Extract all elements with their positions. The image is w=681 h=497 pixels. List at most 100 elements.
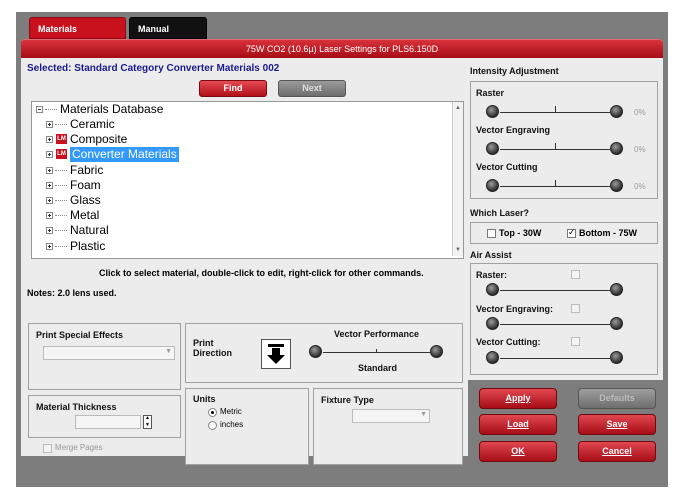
- stepper-down-icon[interactable]: ▼: [145, 422, 150, 428]
- vector-cutting-left-knob[interactable]: [486, 179, 499, 192]
- material-thickness-title: Material Thickness: [36, 402, 117, 412]
- air-vector-engraving-left-knob[interactable]: [486, 317, 499, 330]
- settings-panel: Selected: Standard Category Converter Ma…: [21, 58, 663, 465]
- window-frame: Materials Database Manual Control 75W CO…: [16, 12, 668, 487]
- metric-radio[interactable]: [208, 408, 217, 417]
- material-thickness-input[interactable]: [75, 415, 141, 429]
- find-button[interactable]: Find: [199, 80, 267, 97]
- air-vector-engraving-label: Vector Engraving:: [476, 304, 554, 314]
- tab-manual-control[interactable]: Manual Control: [129, 17, 207, 56]
- air-vector-engraving-checkbox[interactable]: [571, 304, 580, 313]
- air-raster-left-knob[interactable]: [486, 283, 499, 296]
- expand-icon[interactable]: [46, 227, 53, 235]
- expand-icon[interactable]: [46, 136, 53, 144]
- cancel-button[interactable]: Cancel: [578, 441, 656, 462]
- notes-text: Notes: 2.0 lens used.: [27, 288, 117, 298]
- which-laser-group: Top - 30W Bottom - 75W: [470, 222, 658, 244]
- ok-button[interactable]: OK: [479, 441, 557, 462]
- thickness-stepper[interactable]: ▲ ▼: [143, 415, 152, 429]
- fixture-type-select[interactable]: ▼: [352, 409, 430, 423]
- units-group: Units Metric inches: [185, 388, 309, 465]
- print-special-effects-group: Print Special Effects ▼: [28, 323, 181, 390]
- apply-button[interactable]: Apply: [479, 388, 557, 409]
- material-thickness-group: Material Thickness ▲ ▼: [28, 395, 181, 438]
- tree-item-label: Fabric: [70, 162, 104, 177]
- load-button[interactable]: Load: [479, 414, 557, 435]
- collapse-icon[interactable]: [36, 106, 43, 113]
- print-special-effects-select[interactable]: ▼: [43, 346, 175, 360]
- print-special-effects-title: Print Special Effects: [36, 330, 124, 340]
- top-laser-label: Top - 30W: [499, 228, 542, 238]
- stepper-up-icon[interactable]: ▲: [145, 415, 150, 421]
- laser-settings-title: 75W CO2 (10.6µ) Laser Settings for PLS6.…: [21, 39, 663, 58]
- air-vector-cutting-checkbox[interactable]: [571, 337, 580, 346]
- tab-materials-database[interactable]: Materials Database: [29, 17, 126, 56]
- intensity-vector-cutting-label: Vector Cutting: [476, 162, 538, 172]
- tree-item-label: Ceramic: [70, 117, 115, 131]
- print-direction-button[interactable]: [261, 339, 291, 369]
- save-button[interactable]: Save: [578, 414, 656, 435]
- air-vector-cutting-label: Vector Cutting:: [476, 337, 541, 347]
- air-vector-cutting-right-knob[interactable]: [610, 351, 623, 364]
- expand-icon[interactable]: [46, 242, 53, 250]
- defaults-button[interactable]: Defaults: [578, 388, 656, 409]
- fixture-type-title: Fixture Type: [321, 395, 374, 405]
- scroll-up-icon[interactable]: ▲: [455, 105, 461, 111]
- tree-hint: Click to select material, double-click t…: [99, 268, 424, 278]
- tree-item-label: Converter Materials: [70, 147, 179, 163]
- expand-icon[interactable]: [46, 181, 53, 189]
- vector-performance-value: Standard: [358, 363, 398, 373]
- vector-performance-label: Vector Performance: [334, 329, 420, 339]
- vector-engraving-right-knob[interactable]: [610, 142, 623, 155]
- tree-item-label: Metal: [70, 208, 100, 223]
- tree-item-label: Foam: [70, 177, 101, 192]
- vector-engraving-left-knob[interactable]: [486, 142, 499, 155]
- air-raster-right-knob[interactable]: [610, 283, 623, 296]
- scroll-down-icon[interactable]: ▼: [455, 247, 461, 253]
- intensity-vector-engraving-label: Vector Engraving: [476, 125, 551, 135]
- air-raster-checkbox[interactable]: [571, 270, 580, 279]
- tree-item-label: Natural: [70, 223, 109, 238]
- vector-performance-right-knob[interactable]: [430, 345, 443, 358]
- merge-pages-checkbox[interactable]: [43, 444, 52, 453]
- tree-item-label: Plastic: [70, 238, 106, 253]
- intensity-raster-label: Raster: [476, 88, 505, 98]
- print-direction-group: Print Direction Vector Performance Stand…: [185, 323, 463, 383]
- arrow-down-icon: [267, 344, 285, 364]
- fixture-type-group: Fixture Type ▼: [313, 388, 463, 465]
- bottom-laser-label: Bottom - 75W: [579, 228, 637, 238]
- expand-icon[interactable]: [46, 212, 53, 220]
- intensity-group: Raster 0% Vector Engraving 0% Vector Cut…: [470, 81, 658, 199]
- material-lm-icon: LM: [56, 134, 67, 145]
- raster-left-knob[interactable]: [486, 105, 499, 118]
- expand-icon[interactable]: [46, 151, 53, 159]
- top-laser-checkbox[interactable]: [487, 229, 496, 238]
- inches-radio[interactable]: [208, 421, 217, 430]
- air-vector-engraving-right-knob[interactable]: [610, 317, 623, 330]
- units-title: Units: [193, 394, 216, 404]
- raster-right-knob[interactable]: [610, 105, 623, 118]
- vector-cutting-percent: 0%: [634, 182, 646, 191]
- intensity-title: Intensity Adjustment: [470, 66, 559, 76]
- chevron-down-icon: ▼: [165, 348, 172, 355]
- print-direction-title-line2: Direction: [193, 348, 233, 358]
- materials-tree[interactable]: Materials Database Ceramic LM Composite LM C…: [31, 101, 464, 259]
- selected-material-label: Selected: Standard Category Converter Ma…: [27, 63, 280, 74]
- metric-label: Metric: [220, 407, 242, 416]
- which-laser-title: Which Laser?: [470, 208, 530, 218]
- vector-performance-left-knob[interactable]: [309, 345, 322, 358]
- vector-engraving-percent: 0%: [634, 145, 646, 154]
- tree-scrollbar[interactable]: ▲ ▼: [452, 102, 463, 256]
- merge-pages-label: Merge Pages: [55, 443, 103, 452]
- material-lm-icon: LM: [56, 149, 67, 160]
- tree-item-label: Glass: [70, 193, 101, 207]
- expand-icon[interactable]: [46, 197, 53, 204]
- expand-icon[interactable]: [46, 121, 53, 128]
- tree-item-label: Composite: [70, 132, 128, 147]
- merge-pages-row: Merge Pages: [28, 441, 181, 455]
- next-button[interactable]: Next: [278, 80, 346, 97]
- bottom-laser-checkbox[interactable]: [567, 227, 576, 238]
- vector-cutting-right-knob[interactable]: [610, 179, 623, 192]
- expand-icon[interactable]: [46, 166, 53, 174]
- air-vector-cutting-left-knob[interactable]: [486, 351, 499, 364]
